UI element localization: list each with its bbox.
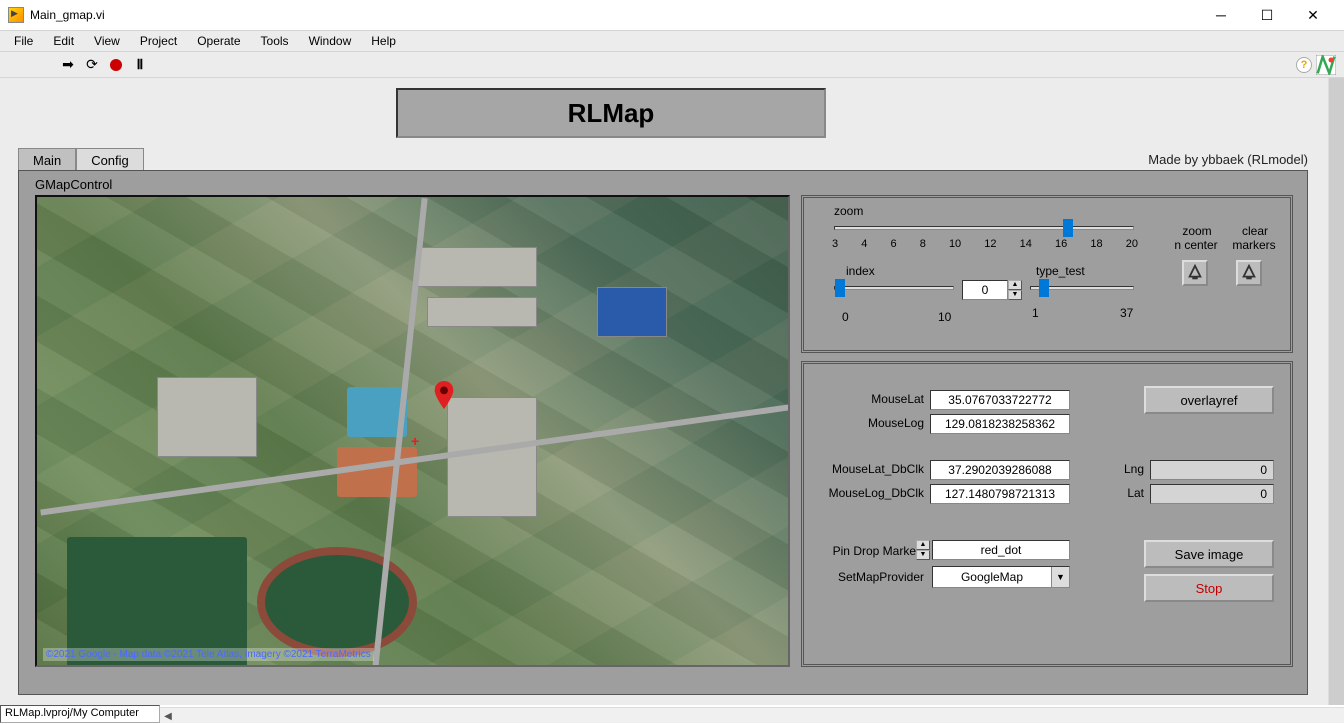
minimize-button[interactable]: ─ bbox=[1198, 0, 1244, 30]
zoom-center-button[interactable] bbox=[1182, 260, 1208, 286]
pause-button[interactable]: Ⅱ bbox=[130, 55, 150, 75]
zoom-center-label2: n center bbox=[1168, 238, 1224, 252]
mouselog-dbclk-value: 127.1480798721313 bbox=[930, 484, 1070, 504]
tab-row: Main Config bbox=[18, 148, 144, 172]
overlayref-button[interactable]: overlayref bbox=[1144, 386, 1274, 414]
mouselog-label: MouseLog bbox=[824, 416, 924, 430]
map-copyright: ©2021 Google - Map data ©2021 Tele Atlas… bbox=[43, 648, 374, 661]
pin-drop-label: Pin Drop Marker bbox=[810, 544, 920, 558]
mouselat-dbclk-label: MouseLat_DbClk bbox=[814, 462, 924, 476]
mouselog-dbclk-label: MouseLog_DbClk bbox=[814, 486, 924, 500]
menu-view[interactable]: View bbox=[84, 32, 130, 50]
type-test-max: 37 bbox=[1120, 306, 1133, 320]
clear-markers-label2: markers bbox=[1224, 238, 1284, 252]
zoom-slider[interactable] bbox=[834, 226, 1134, 230]
index-label: index bbox=[846, 264, 875, 278]
menubar: File Edit View Project Operate Tools Win… bbox=[0, 30, 1344, 52]
lat-value: 0 bbox=[1150, 484, 1274, 504]
tab-config[interactable]: Config bbox=[76, 148, 144, 172]
index-slider[interactable] bbox=[834, 286, 954, 290]
info-panel: MouseLat 35.0767033722772 MouseLog 129.0… bbox=[801, 361, 1293, 667]
stop-button[interactable]: Stop bbox=[1144, 574, 1274, 602]
index-numeric[interactable]: 0 bbox=[962, 280, 1008, 300]
mouselat-value: 35.0767033722772 bbox=[930, 390, 1070, 410]
clear-markers-button[interactable] bbox=[1236, 260, 1262, 286]
lat-label: Lat bbox=[1104, 486, 1144, 500]
menu-tools[interactable]: Tools bbox=[251, 32, 299, 50]
menu-window[interactable]: Window bbox=[299, 32, 362, 50]
run-button[interactable]: ➡ bbox=[58, 55, 78, 75]
zoom-label: zoom bbox=[834, 204, 863, 218]
map-control[interactable]: + ©2021 Google - Map data ©2021 Tele Atl… bbox=[35, 195, 790, 667]
run-continuous-button[interactable]: ⟳ bbox=[82, 55, 102, 75]
zoom-center-label1: zoom bbox=[1172, 224, 1222, 238]
app-title-box: RLMap bbox=[396, 88, 826, 138]
window-title: Main_gmap.vi bbox=[30, 8, 105, 22]
map-marker-icon bbox=[434, 381, 454, 409]
zoom-ticks: 34 68 1012 1416 1820 bbox=[832, 238, 1138, 250]
pin-drop-spinner[interactable]: ▲▼ bbox=[916, 540, 930, 560]
mouselat-dbclk-value: 37.2902039286088 bbox=[930, 460, 1070, 480]
map-provider-label: SetMapProvider bbox=[814, 570, 924, 584]
toolbar: ➡ ⟳ Ⅱ ? bbox=[0, 52, 1344, 78]
help-icon[interactable]: ? bbox=[1296, 57, 1312, 73]
lng-label: Lng bbox=[1104, 462, 1144, 476]
abort-button[interactable] bbox=[106, 55, 126, 75]
zoom-slider-thumb[interactable] bbox=[1063, 219, 1073, 237]
type-test-slider-thumb[interactable] bbox=[1039, 279, 1049, 297]
index-max: 10 bbox=[938, 310, 951, 324]
horizontal-scrollbar[interactable]: ◀ bbox=[160, 707, 1344, 723]
type-test-label: type_test bbox=[1036, 264, 1085, 278]
pin-drop-value[interactable]: red_dot bbox=[932, 540, 1070, 560]
menu-edit[interactable]: Edit bbox=[43, 32, 84, 50]
clear-markers-label1: clear bbox=[1230, 224, 1280, 238]
slider-panel: zoom 34 68 1012 1416 1820 index 0 10 0 ▲… bbox=[801, 195, 1293, 353]
menu-operate[interactable]: Operate bbox=[187, 32, 250, 50]
gmap-label: GMapControl bbox=[35, 177, 112, 192]
menu-project[interactable]: Project bbox=[130, 32, 187, 50]
menu-file[interactable]: File bbox=[4, 32, 43, 50]
type-test-slider[interactable] bbox=[1030, 286, 1134, 290]
map-provider-value: GoogleMap bbox=[933, 570, 1051, 584]
credit-text: Made by ybbaek (RLmodel) bbox=[1148, 152, 1308, 167]
titlebar: Main_gmap.vi ─ ☐ ✕ bbox=[0, 0, 1344, 30]
center-cross-icon: + bbox=[411, 433, 419, 449]
gmap-icon[interactable] bbox=[1316, 55, 1336, 75]
app-icon bbox=[8, 7, 24, 23]
index-slider-thumb[interactable] bbox=[835, 279, 845, 297]
lng-value: 0 bbox=[1150, 460, 1274, 480]
save-image-button[interactable]: Save image bbox=[1144, 540, 1274, 568]
status-bar: RLMap.lvproj/My Computer bbox=[0, 705, 160, 723]
main-panel: GMapControl + ©2021 Google - Map data ©2… bbox=[18, 170, 1308, 695]
chevron-down-icon[interactable]: ▼ bbox=[1051, 567, 1069, 587]
mouselat-label: MouseLat bbox=[824, 392, 924, 406]
close-button[interactable]: ✕ bbox=[1290, 0, 1336, 30]
index-min: 0 bbox=[842, 310, 849, 324]
index-spinner[interactable]: ▲▼ bbox=[1008, 280, 1022, 300]
menu-help[interactable]: Help bbox=[361, 32, 406, 50]
vertical-scrollbar[interactable] bbox=[1328, 78, 1344, 705]
maximize-button[interactable]: ☐ bbox=[1244, 0, 1290, 30]
type-test-min: 1 bbox=[1032, 306, 1039, 320]
tab-main[interactable]: Main bbox=[18, 148, 76, 172]
map-provider-dropdown[interactable]: GoogleMap ▼ bbox=[932, 566, 1070, 588]
content-area: RLMap Made by ybbaek (RLmodel) Main Conf… bbox=[0, 78, 1328, 705]
mouselog-value: 129.0818238258362 bbox=[930, 414, 1070, 434]
